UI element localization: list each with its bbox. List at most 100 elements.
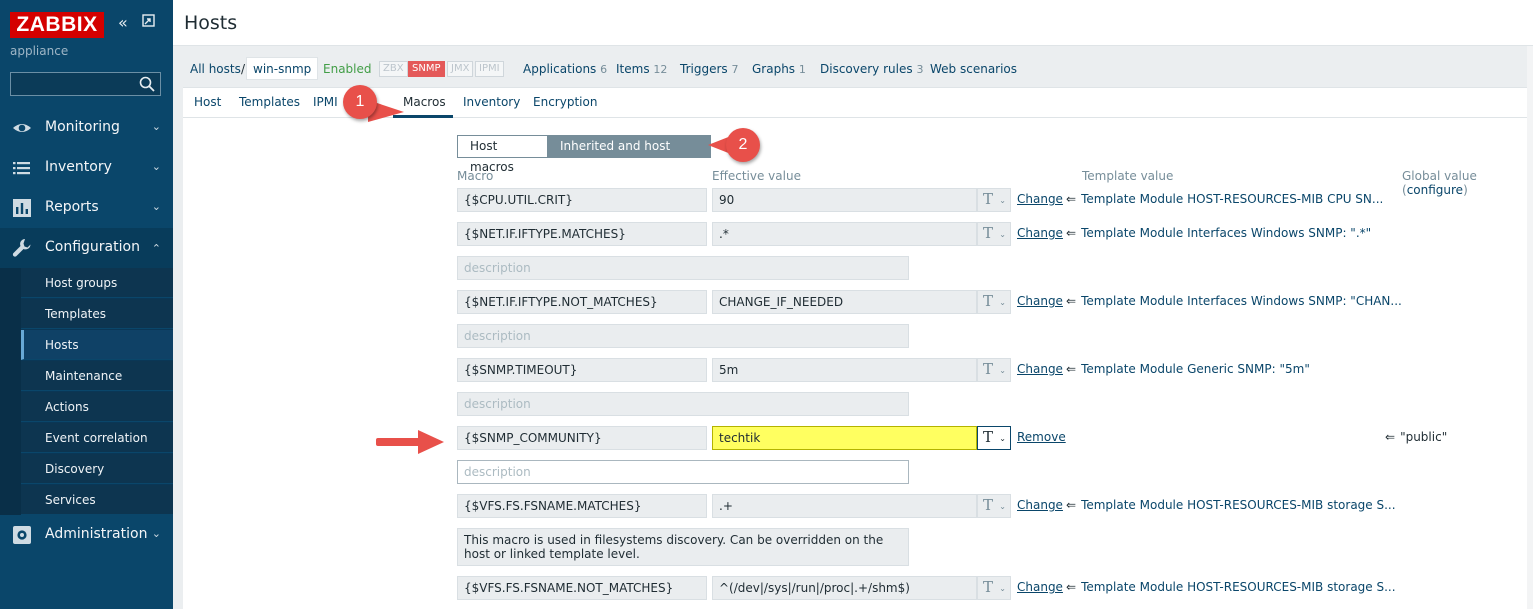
- change-macro-link[interactable]: Change: [1017, 498, 1063, 512]
- change-macro-link[interactable]: Change: [1017, 192, 1063, 206]
- template-value-link[interactable]: Template Module HOST-RESOURCES-MIB stora…: [1081, 580, 1395, 594]
- global-value-column-header: Global value (configure): [1402, 169, 1533, 197]
- template-value-link[interactable]: Template Module Interfaces Windows SNMP:…: [1081, 294, 1402, 308]
- remove-macro-link[interactable]: Remove: [1017, 430, 1066, 444]
- discovery-rules-link[interactable]: Discovery rules 3: [820, 62, 923, 76]
- list-icon: [13, 162, 30, 175]
- macro-value-field[interactable]: .*: [712, 222, 977, 246]
- menu-configuration[interactable]: Configuration ⌃: [0, 228, 173, 268]
- macro-description-field[interactable]: description: [457, 460, 909, 484]
- host-form: Host Templates IPMI Macros Inventory Enc…: [183, 87, 1533, 609]
- macro-description-field[interactable]: This macro is used in filesystems discov…: [457, 528, 909, 566]
- menu-reports[interactable]: Reports ⌄: [0, 188, 173, 228]
- menu-inventory[interactable]: Inventory ⌄: [0, 148, 173, 188]
- search-icon[interactable]: [138, 75, 156, 93]
- chevron-down-icon: ⌄: [151, 160, 161, 173]
- text-type-icon: T: [983, 428, 994, 446]
- value-type-dropdown[interactable]: T ⌄: [977, 188, 1011, 212]
- inherit-arrow-icon: ⇐: [1066, 580, 1077, 594]
- submenu-maintenance[interactable]: Maintenance: [21, 361, 173, 391]
- macro-name-field[interactable]: {$NET.IF.IFTYPE.MATCHES}: [457, 222, 707, 246]
- submenu-services[interactable]: Services: [21, 485, 173, 515]
- macro-name-field[interactable]: {$SNMP.TIMEOUT}: [457, 358, 707, 382]
- applications-link[interactable]: Applications 6: [523, 62, 607, 76]
- submenu-actions[interactable]: Actions: [21, 392, 173, 422]
- text-type-icon: T: [983, 224, 994, 242]
- text-type-icon: T: [983, 360, 994, 378]
- template-value-link[interactable]: Template Module HOST-RESOURCES-MIB CPU S…: [1081, 192, 1383, 206]
- submenu-event-correlation[interactable]: Event correlation: [21, 423, 173, 453]
- menu-monitoring[interactable]: Monitoring ⌄: [0, 108, 173, 148]
- kiosk-mode-icon[interactable]: [142, 14, 155, 33]
- macro-value-field[interactable]: ^(/dev|/sys|/run|/proc|.+/shm$): [712, 576, 977, 600]
- macro-value-field[interactable]: 90: [712, 188, 977, 212]
- macro-name-field[interactable]: {$VFS.FS.FSNAME.NOT_MATCHES}: [457, 576, 707, 600]
- global-value-text: "public": [1400, 430, 1448, 444]
- template-value-link[interactable]: Template Module Interfaces Windows SNMP:…: [1081, 226, 1371, 240]
- submenu-discovery[interactable]: Discovery: [21, 454, 173, 484]
- host-name-link[interactable]: win-snmp: [246, 57, 319, 80]
- callout-badge-2: 2: [726, 128, 760, 162]
- template-value: ⇐ Template Module Interfaces Windows SNMP…: [1066, 294, 1402, 308]
- triggers-link[interactable]: Triggers 7: [680, 62, 738, 76]
- macro-description-field[interactable]: description: [457, 392, 909, 416]
- bar-chart-icon: [13, 199, 31, 217]
- zabbix-logo[interactable]: ZABBIX: [10, 12, 104, 38]
- change-macro-link[interactable]: Change: [1017, 294, 1063, 308]
- macro-name-field[interactable]: {$NET.IF.IFTYPE.NOT_MATCHES}: [457, 290, 707, 314]
- submenu-hosts[interactable]: Hosts: [21, 330, 173, 360]
- macro-value-field[interactable]: 5m: [712, 358, 977, 382]
- tab-templates[interactable]: Templates: [239, 95, 300, 109]
- tab-host[interactable]: Host: [194, 95, 221, 109]
- tab-macros[interactable]: Macros: [403, 95, 446, 109]
- page-title: Hosts: [184, 12, 238, 34]
- sidebar-search-input[interactable]: [10, 72, 161, 96]
- inherited-macros-toggle[interactable]: Inherited and host macros: [547, 135, 711, 174]
- submenu-label: Templates: [45, 307, 107, 321]
- macro-name-field[interactable]: {$VFS.FS.FSNAME.MATCHES}: [457, 494, 707, 518]
- configure-link[interactable]: configure: [1407, 183, 1463, 197]
- menu-label: Configuration: [45, 239, 140, 255]
- tab-inventory[interactable]: Inventory: [463, 95, 520, 109]
- macro-name-field[interactable]: {$CPU.UTIL.CRIT}: [457, 188, 707, 212]
- change-macro-link[interactable]: Change: [1017, 362, 1063, 376]
- wrench-icon: [12, 239, 31, 257]
- change-macro-link[interactable]: Change: [1017, 580, 1063, 594]
- value-type-dropdown[interactable]: T ⌄: [977, 576, 1011, 600]
- vertical-scrollbar[interactable]: [1527, 46, 1533, 609]
- web-scenarios-link[interactable]: Web scenarios: [930, 62, 1017, 76]
- template-value-link[interactable]: Template Module Generic SNMP: "5m": [1081, 362, 1310, 376]
- tab-ipmi[interactable]: IPMI: [313, 95, 338, 109]
- macro-value-field[interactable]: CHANGE_IF_NEEDED: [712, 290, 977, 314]
- macro-description-field[interactable]: description: [457, 256, 909, 280]
- tab-encryption[interactable]: Encryption: [533, 95, 597, 109]
- inherit-arrow-icon: ⇐: [1066, 294, 1077, 308]
- inherit-arrow-icon: ⇐: [1066, 362, 1077, 376]
- items-link[interactable]: Items 12: [616, 62, 667, 76]
- value-type-dropdown[interactable]: T ⌄: [977, 426, 1011, 450]
- collapse-sidebar-icon[interactable]: «: [118, 14, 128, 32]
- jmx-availability-badge: JMX: [447, 61, 474, 77]
- all-hosts-link[interactable]: All hosts: [190, 62, 241, 76]
- change-macro-link[interactable]: Change: [1017, 226, 1063, 240]
- snmp-availability-badge: SNMP: [408, 61, 445, 77]
- template-value-link[interactable]: Template Module HOST-RESOURCES-MIB stora…: [1081, 498, 1395, 512]
- host-macros-toggle[interactable]: Host macros: [457, 135, 548, 174]
- value-type-dropdown[interactable]: T ⌄: [977, 494, 1011, 518]
- macro-name-field[interactable]: {$SNMP_COMMUNITY}: [457, 426, 707, 450]
- macro-description-field[interactable]: description: [457, 324, 909, 348]
- chevron-down-icon: ⌄: [151, 120, 161, 133]
- status-badge[interactable]: Enabled: [323, 62, 372, 76]
- ipmi-availability-badge: IPMI: [475, 61, 504, 77]
- macro-value-field[interactable]: .+: [712, 494, 977, 518]
- submenu-host-groups[interactable]: Host groups: [21, 268, 173, 298]
- value-type-dropdown[interactable]: T ⌄: [977, 358, 1011, 382]
- macro-value-field[interactable]: techtik: [712, 426, 977, 450]
- graphs-link[interactable]: Graphs 1: [752, 62, 806, 76]
- submenu-label: Services: [45, 493, 96, 507]
- submenu-templates[interactable]: Templates: [21, 299, 173, 329]
- menu-administration[interactable]: Administration ⌄: [0, 515, 173, 555]
- nav-link-label: Discovery rules: [820, 62, 913, 76]
- value-type-dropdown[interactable]: T ⌄: [977, 222, 1011, 246]
- value-type-dropdown[interactable]: T ⌄: [977, 290, 1011, 314]
